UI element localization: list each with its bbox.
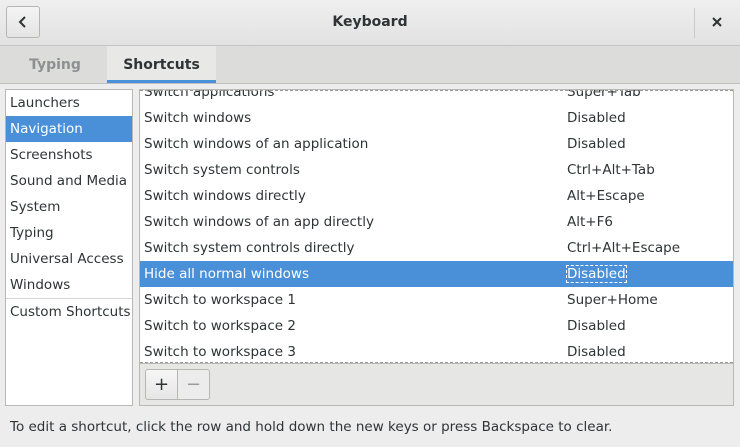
sidebar-item-windows[interactable]: Windows [6,272,132,298]
shortcut-name: Hide all normal windows [144,266,309,282]
shortcut-row[interactable]: Switch windows directly Alt+Escape [140,183,733,209]
window-title: Keyboard [332,14,408,30]
shortcut-row[interactable]: Switch to workspace 2 Disabled [140,313,733,339]
sidebar-item-navigation[interactable]: Navigation [6,116,132,142]
shortcut-row-selected[interactable]: Hide all normal windows Disabled [140,261,733,287]
sidebar-item-label: Custom Shortcuts [10,304,131,320]
shortcut-name: Switch to workspace 1 [144,292,296,308]
tab-bar: Typing Shortcuts [0,46,740,84]
shortcut-name: Switch windows [144,110,252,126]
shortcut-list[interactable]: Switch applications Super+Tab Switch win… [139,89,734,364]
shortcut-accel: Alt+Escape [567,188,645,204]
sidebar-item-label: System [10,199,61,215]
shortcut-row[interactable]: Switch windows of an app directly Alt+F6 [140,209,733,235]
category-sidebar: Launchers Navigation Screenshots Sound a… [5,89,133,406]
shortcut-row[interactable]: Switch windows Disabled [140,105,733,131]
active-tab-indicator [107,80,216,83]
close-icon [712,17,722,27]
shortcut-name: Switch system controls directly [144,240,355,256]
scroll-edge-top [140,90,733,91]
shortcut-name: Switch to workspace 2 [144,318,296,334]
sidebar-item-label: Typing [10,225,54,241]
shortcut-accel: Super+Home [567,292,658,308]
shortcut-accel: Disabled [567,136,626,152]
shortcut-row[interactable]: Switch system controls Ctrl+Alt+Tab [140,157,733,183]
sidebar-item-typing[interactable]: Typing [6,220,132,246]
shortcut-accel: Disabled [567,110,626,126]
shortcut-accel: Disabled [566,265,627,283]
remove-shortcut-button[interactable]: − [177,369,210,400]
shortcut-accel: Disabled [567,344,626,360]
shortcut-name: Switch system controls [144,162,300,178]
shortcut-row[interactable]: Switch applications Super+Tab [140,90,733,105]
plus-icon: + [153,374,170,395]
shortcut-row[interactable]: Switch system controls directly Ctrl+Alt… [140,235,733,261]
shortcut-accel: Ctrl+Alt+Tab [567,162,655,178]
close-button[interactable] [702,6,732,38]
header-separator [694,8,695,38]
sidebar-item-label: Screenshots [10,147,93,163]
sidebar-item-universal-access[interactable]: Universal Access [6,246,132,272]
list-toolbar: + − [139,364,734,406]
tab-label: Typing [29,56,81,73]
sidebar-item-label: Universal Access [10,251,124,267]
add-shortcut-button[interactable]: + [145,369,178,400]
sidebar-item-label: Sound and Media [10,173,128,189]
sidebar-item-label: Navigation [10,121,83,137]
shortcut-row[interactable]: Switch windows of an application Disable… [140,131,733,157]
shortcut-accel: Alt+F6 [567,214,613,230]
shortcut-accel: Disabled [567,318,626,334]
scroll-edge-bottom [140,362,733,363]
sidebar-item-screenshots[interactable]: Screenshots [6,142,132,168]
shortcut-row[interactable]: Switch to workspace 1 Super+Home [140,287,733,313]
shortcut-accel: Ctrl+Alt+Escape [567,240,681,256]
shortcut-name: Switch windows of an application [144,136,369,152]
shortcut-name: Switch windows of an app directly [144,214,374,230]
tab-label: Shortcuts [123,56,200,73]
sidebar-item-sound-and-media[interactable]: Sound and Media [6,168,132,194]
sidebar-item-custom-shortcuts[interactable]: Custom Shortcuts [6,299,132,325]
minus-icon: − [185,374,202,395]
tab-typing[interactable]: Typing [4,46,106,83]
edit-hint: To edit a shortcut, click the row and ho… [10,419,613,435]
sidebar-item-launchers[interactable]: Launchers [6,90,132,116]
shortcut-row[interactable]: Switch to workspace 3 Disabled [140,339,733,363]
sidebar-item-label: Windows [10,277,71,293]
shortcut-name: Switch windows directly [144,188,306,204]
header-bar: Keyboard [0,0,740,46]
sidebar-item-system[interactable]: System [6,194,132,220]
shortcut-name: Switch to workspace 3 [144,344,296,360]
tab-shortcuts[interactable]: Shortcuts [107,46,216,83]
sidebar-item-label: Launchers [10,95,80,111]
